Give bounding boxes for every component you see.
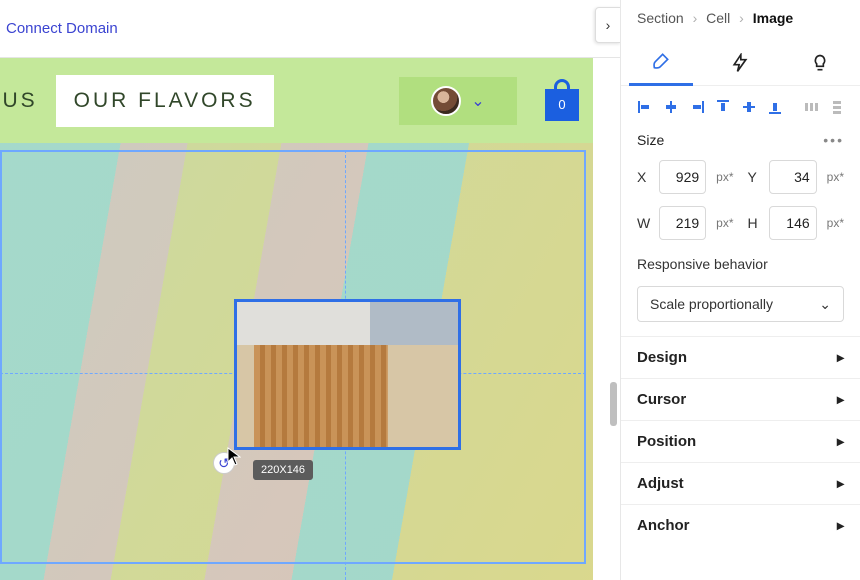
align-vcenter-button[interactable] xyxy=(741,98,757,116)
selected-image[interactable] xyxy=(234,299,461,450)
accordion-anchor[interactable]: Anchor ▸ xyxy=(621,504,860,546)
size-label: Size xyxy=(637,132,664,148)
chevron-right-icon: › xyxy=(606,17,611,33)
chevron-right-icon: ▸ xyxy=(837,391,844,408)
dimension-badge: 220X146 xyxy=(253,460,313,480)
tab-design[interactable] xyxy=(629,40,693,86)
responsive-select[interactable]: Scale proportionally ⌄ xyxy=(637,286,844,322)
site-nav: UT US OUR FLAVORS ⌄ 0 xyxy=(0,58,593,143)
y-unit: px* xyxy=(827,170,844,184)
distribute-h-button[interactable] xyxy=(803,98,819,116)
cart-button[interactable]: 0 xyxy=(545,81,579,121)
breadcrumb-sep: › xyxy=(734,10,749,26)
bulb-icon xyxy=(810,53,830,73)
avatar xyxy=(431,86,461,116)
chevron-down-icon: ⌄ xyxy=(819,296,831,313)
connect-domain-link[interactable]: Connect Domain xyxy=(6,20,118,37)
x-value: 929 xyxy=(676,169,699,185)
w-unit: px* xyxy=(716,216,733,230)
accordion-label: Position xyxy=(637,433,696,450)
chevron-right-icon: ▸ xyxy=(837,475,844,492)
x-unit: px* xyxy=(716,170,733,184)
chevron-right-icon: ▸ xyxy=(837,517,844,534)
align-toolbar xyxy=(621,86,860,124)
w-value: 219 xyxy=(676,215,699,231)
chevron-right-icon: ▸ xyxy=(837,433,844,450)
bag-icon xyxy=(554,79,570,89)
breadcrumb-sep: › xyxy=(688,10,703,26)
y-value: 34 xyxy=(794,169,810,185)
distribute-v-button[interactable] xyxy=(829,98,845,116)
y-input[interactable]: 34 xyxy=(769,160,816,194)
accordion-label: Cursor xyxy=(637,391,686,408)
breadcrumb: Section › Cell › Image xyxy=(621,0,860,40)
tab-ideas[interactable] xyxy=(788,40,852,86)
align-left-button[interactable] xyxy=(637,98,653,116)
x-input[interactable]: 929 xyxy=(659,160,706,194)
h-value: 146 xyxy=(786,215,809,231)
x-label: X xyxy=(637,169,651,185)
responsive-label: Responsive behavior xyxy=(621,246,860,278)
bolt-icon xyxy=(730,53,750,73)
h-label: H xyxy=(748,215,762,231)
breadcrumb-cell[interactable]: Cell xyxy=(706,10,730,26)
accordion-position[interactable]: Position ▸ xyxy=(621,420,860,462)
accordion-design[interactable]: Design ▸ xyxy=(621,336,860,378)
editor-canvas[interactable]: Connect Domain UT US OUR FLAVORS ⌄ 0 ↺ 2… xyxy=(0,0,620,580)
cart-count: 0 xyxy=(545,89,579,121)
breadcrumb-image: Image xyxy=(753,10,793,26)
rotate-icon: ↺ xyxy=(218,455,230,472)
y-label: Y xyxy=(748,169,762,185)
tab-actions[interactable] xyxy=(708,40,772,86)
h-input[interactable]: 146 xyxy=(769,206,816,240)
nav-item-about[interactable]: UT US xyxy=(0,89,38,113)
w-label: W xyxy=(637,215,651,231)
accordion-label: Anchor xyxy=(637,517,690,534)
panel-tabs xyxy=(621,40,860,86)
inspector-panel: Section › Cell › Image Size ••• X 929 xyxy=(620,0,860,580)
panel-collapse-button[interactable]: › xyxy=(595,7,621,43)
align-hcenter-button[interactable] xyxy=(663,98,679,116)
breadcrumb-section[interactable]: Section xyxy=(637,10,684,26)
profile-dropdown[interactable]: ⌄ xyxy=(399,77,517,125)
chevron-right-icon: ▸ xyxy=(837,349,844,366)
chevron-down-icon: ⌄ xyxy=(471,91,484,111)
align-bottom-button[interactable] xyxy=(767,98,783,116)
align-top-button[interactable] xyxy=(715,98,731,116)
accordion-label: Design xyxy=(637,349,687,366)
top-bar: Connect Domain xyxy=(0,0,620,58)
nav-item-flavors[interactable]: OUR FLAVORS xyxy=(56,75,274,127)
h-unit: px* xyxy=(827,216,844,230)
rotate-handle[interactable]: ↺ xyxy=(213,452,235,474)
accordion-cursor[interactable]: Cursor ▸ xyxy=(621,378,860,420)
accordion-label: Adjust xyxy=(637,475,684,492)
accordion-adjust[interactable]: Adjust ▸ xyxy=(621,462,860,504)
responsive-value: Scale proportionally xyxy=(650,296,773,312)
size-more-button[interactable]: ••• xyxy=(823,132,844,148)
scrollbar-thumb[interactable] xyxy=(610,382,617,426)
brush-icon xyxy=(651,51,671,71)
align-right-button[interactable] xyxy=(689,98,705,116)
w-input[interactable]: 219 xyxy=(659,206,706,240)
